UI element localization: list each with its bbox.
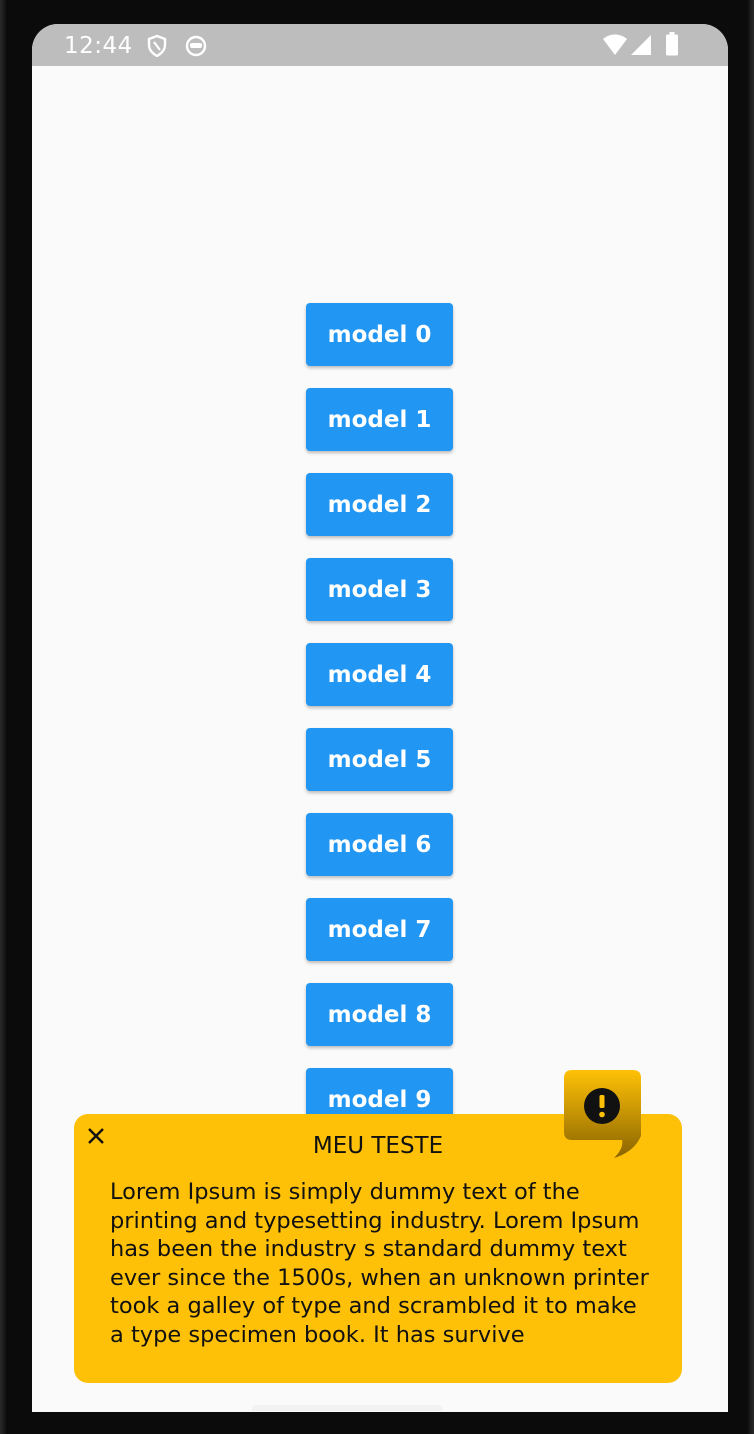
alert-badge	[564, 1070, 641, 1160]
model-button-2[interactable]: model 2	[306, 473, 453, 536]
model-button-3[interactable]: model 3	[306, 558, 453, 621]
popup-message: Lorem Ipsum is simply dummy text of the …	[110, 1179, 649, 1348]
model-button-6[interactable]: model 6	[306, 813, 453, 876]
model-button-4[interactable]: model 4	[306, 643, 453, 706]
signal-icon	[630, 34, 652, 61]
model-button-5[interactable]: model 5	[306, 728, 453, 791]
app-screen: 12:44 model 0 model 1 model 2 model 3 mo…	[32, 24, 728, 1412]
status-time: 12:44	[64, 33, 133, 59]
status-bar: 12:44	[32, 24, 728, 66]
bezel-left	[0, 0, 6, 1434]
model-button-8[interactable]: model 8	[306, 983, 453, 1046]
bezel-right	[748, 0, 754, 1434]
shield-icon	[147, 34, 167, 62]
model-button-7[interactable]: model 7	[306, 898, 453, 961]
robot-face-icon	[185, 35, 207, 62]
model-button-1[interactable]: model 1	[306, 388, 453, 451]
model-button-0[interactable]: model 0	[306, 303, 453, 366]
navigation-handle[interactable]	[252, 1405, 442, 1411]
exclamation-icon	[584, 1088, 620, 1124]
wifi-icon	[602, 34, 628, 61]
battery-icon	[666, 32, 678, 61]
phone-device: 12:44 model 0 model 1 model 2 model 3 mo…	[0, 0, 754, 1434]
